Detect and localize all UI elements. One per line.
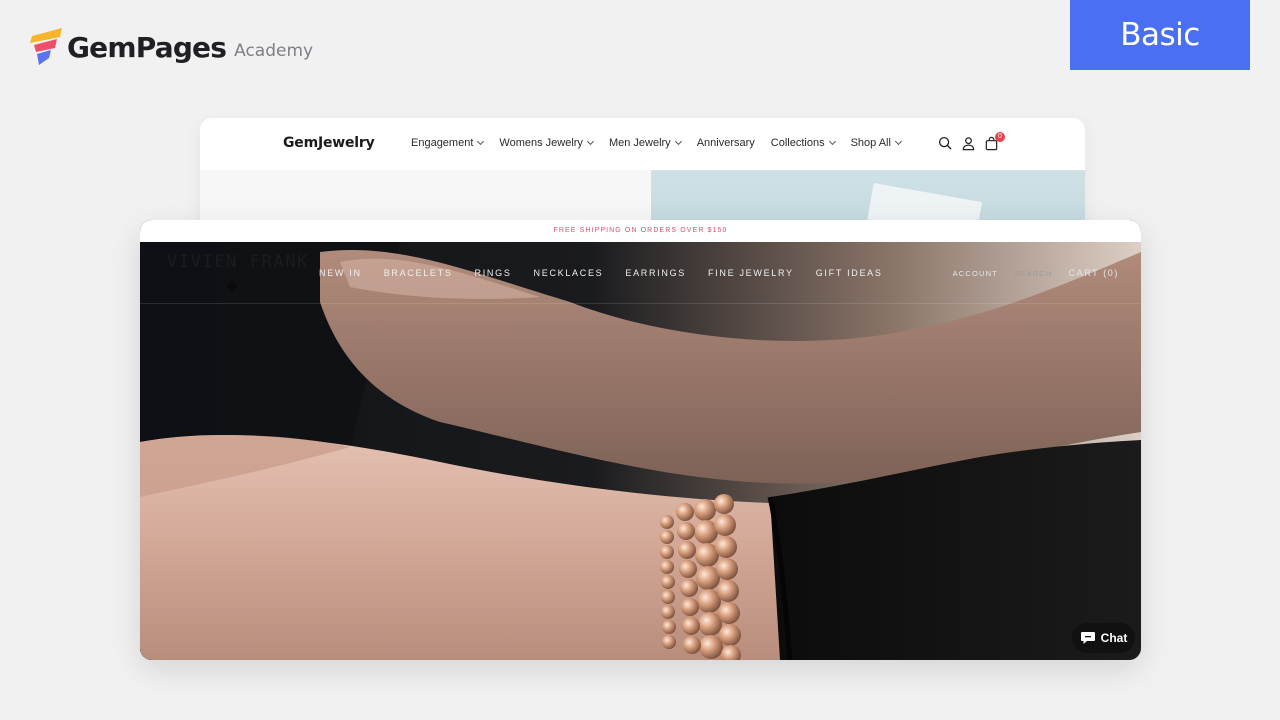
chevron-down-icon	[586, 137, 594, 146]
cart-button[interactable]: 0	[984, 132, 1005, 151]
chevron-down-icon	[674, 137, 682, 146]
menu-item-men-jewelry[interactable]: Men Jewelry	[609, 137, 682, 149]
chat-label: Chat	[1100, 631, 1128, 645]
gempages-brand: GemPages	[67, 30, 227, 64]
menu-item-womens-jewelry[interactable]: Womens Jewelry	[499, 137, 594, 149]
search-link[interactable]: SEARCH	[1014, 269, 1052, 278]
chat-bubble-icon	[1080, 632, 1095, 644]
hero-bracelet-image	[140, 242, 1141, 660]
cart-link[interactable]: CART (0)	[1069, 268, 1119, 278]
gemjewelry-header-icons: 0	[938, 132, 1005, 151]
vivien-frank-logo[interactable]: VIVIEN FRANK	[167, 252, 309, 272]
diamond-icon	[226, 280, 238, 292]
menu-item-collections[interactable]: Collections	[771, 137, 836, 149]
user-icon[interactable]	[961, 136, 976, 151]
chat-button[interactable]: Chat	[1072, 623, 1135, 653]
menu-item-anniversary[interactable]: Anniversary	[697, 137, 755, 149]
gempages-academy-logo: GemPages Academy	[30, 28, 313, 66]
search-icon[interactable]	[938, 136, 953, 151]
vivien-frank-menu: NEW IN BRACELETS RINGS NECKLACES EARRING…	[319, 268, 883, 278]
menu-item-necklaces[interactable]: NECKLACES	[534, 268, 604, 278]
gempages-logo-icon	[30, 28, 62, 65]
cart-count-badge: 0	[995, 132, 1005, 142]
vivien-frank-account-links: ACCOUNT SEARCH CART (0)	[953, 268, 1119, 278]
menu-item-rings[interactable]: RINGS	[475, 268, 512, 278]
vivien-frank-navbar: VIVIEN FRANK NEW IN BRACELETS RINGS NECK…	[140, 242, 1141, 304]
chevron-down-icon	[894, 137, 902, 146]
menu-item-shop-all[interactable]: Shop All	[851, 137, 902, 149]
menu-item-fine-jewelry[interactable]: FINE JEWELRY	[708, 268, 794, 278]
gemjewelry-navbar: GemJewelry Engagement Womens Jewelry Men…	[200, 118, 1085, 170]
menu-item-earrings[interactable]: EARRINGS	[625, 268, 686, 278]
vivien-frank-preview-card: FREE SHIPPING ON ORDERS OVER $150 VIVIEN…	[140, 220, 1141, 660]
menu-item-new-in[interactable]: NEW IN	[319, 268, 362, 278]
promo-bar: FREE SHIPPING ON ORDERS OVER $150	[140, 220, 1141, 242]
account-link[interactable]: ACCOUNT	[953, 269, 998, 278]
chevron-down-icon	[477, 137, 485, 146]
menu-item-bracelets[interactable]: BRACELETS	[384, 268, 453, 278]
level-badge: Basic	[1070, 0, 1250, 70]
chevron-down-icon	[828, 137, 836, 146]
menu-item-gift-ideas[interactable]: GIFT IDEAS	[816, 268, 883, 278]
menu-item-engagement[interactable]: Engagement	[411, 137, 485, 149]
gemjewelry-logo[interactable]: GemJewelry	[283, 135, 375, 151]
gemjewelry-menu: Engagement Womens Jewelry Men Jewelry An…	[411, 137, 902, 149]
gempages-sub: Academy	[234, 41, 314, 61]
